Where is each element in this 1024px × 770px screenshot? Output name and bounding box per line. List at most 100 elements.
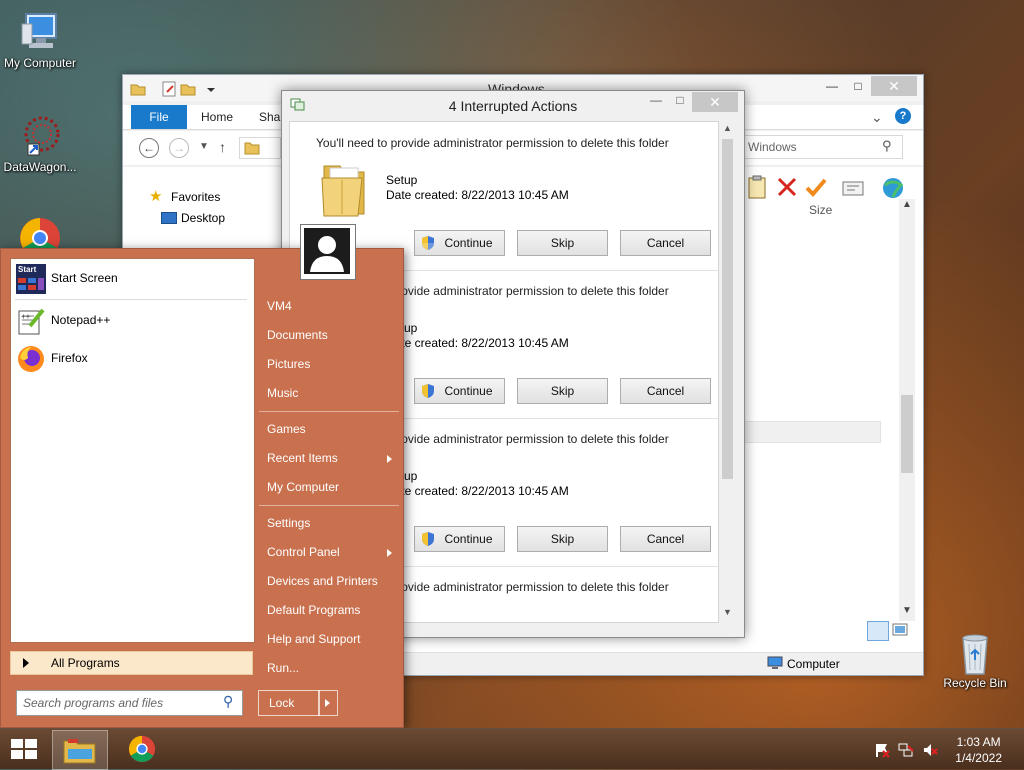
desktop-icon-recycle-bin[interactable]: Recycle Bin (935, 630, 1015, 690)
cancel-button[interactable]: Cancel (620, 378, 711, 404)
maximize-button[interactable]: □ (845, 76, 871, 96)
continue-label: Continue (444, 384, 493, 398)
explorer-scrollbar[interactable]: ▲ ▼ (899, 199, 915, 621)
ribbon-expand-icon[interactable]: ⌄ (871, 109, 883, 126)
folder-icon (318, 158, 370, 218)
address-box[interactable] (239, 137, 281, 159)
dialog-close-button[interactable]: ✕ (692, 92, 738, 112)
tab-file[interactable]: File (131, 105, 187, 129)
desktop-icon-my-computer[interactable]: My Computer (0, 10, 80, 70)
action-center-icon[interactable] (874, 742, 890, 758)
back-icon[interactable]: ← (139, 138, 159, 158)
help-icon[interactable]: ? (895, 108, 911, 124)
program-notepadpp[interactable]: ++ Notepad++ (11, 303, 254, 339)
start-item-devices-printers[interactable]: Devices and Printers (267, 574, 378, 588)
taskbar-chrome[interactable] (126, 734, 158, 764)
search-icon: ⚲ (882, 138, 892, 153)
divider (259, 411, 399, 412)
scroll-up-icon[interactable]: ▲ (902, 199, 912, 210)
continue-label: Continue (444, 532, 493, 546)
lock-label: Lock (269, 696, 295, 710)
program-label: Firefox (51, 351, 88, 365)
start-item-games[interactable]: Games (267, 422, 306, 436)
firefox-icon (16, 344, 46, 374)
item-date: Date created: 8/22/2013 10:45 AM (386, 336, 569, 350)
divider (259, 505, 399, 506)
minimize-button[interactable]: — (819, 76, 845, 96)
start-item-control-panel[interactable]: Control Panel (267, 545, 340, 559)
start-button[interactable] (8, 736, 40, 762)
search-input[interactable]: Windows ⚲ (743, 135, 903, 159)
dialog-minimize-button[interactable]: — (644, 93, 668, 111)
forward-icon[interactable]: → (169, 138, 189, 158)
nav-desktop[interactable]: Desktop (181, 211, 225, 225)
continue-button[interactable]: Continue (414, 526, 505, 552)
continue-button[interactable]: Continue (414, 378, 505, 404)
desktop-icon-label: Recycle Bin (943, 676, 1007, 690)
skip-button[interactable]: Skip (517, 378, 608, 404)
toolbar-icons[interactable] (745, 175, 905, 204)
continue-button[interactable]: Continue (414, 230, 505, 256)
close-button[interactable]: ✕ (871, 76, 917, 96)
program-start-screen[interactable]: Start Start Screen (11, 261, 254, 297)
dialog-scrollbar[interactable]: ▲ ▼ (719, 121, 736, 621)
file-explorer-icon (63, 739, 96, 764)
cancel-button[interactable]: Cancel (620, 230, 711, 256)
program-firefox[interactable]: Firefox (11, 341, 254, 377)
start-item-pictures[interactable]: Pictures (267, 357, 310, 371)
scroll-down-icon[interactable]: ▼ (902, 605, 912, 616)
chevron-right-icon (387, 549, 392, 557)
start-item-help-support[interactable]: Help and Support (267, 632, 360, 646)
start-item-my-computer[interactable]: My Computer (267, 480, 339, 494)
large-icons-view-icon[interactable] (891, 621, 909, 639)
item-name: Setup (386, 173, 418, 187)
network-icon[interactable] (898, 742, 914, 758)
start-search-input[interactable]: Search programs and files ⚲ (16, 690, 243, 716)
tab-home[interactable]: Home (201, 105, 233, 129)
volume-muted-icon[interactable] (922, 742, 938, 758)
scroll-thumb[interactable] (901, 395, 913, 473)
all-programs-button[interactable]: All Programs (10, 651, 253, 675)
taskbar-explorer[interactable] (52, 730, 108, 770)
skip-button[interactable]: Skip (517, 230, 608, 256)
uac-shield-icon (421, 531, 435, 547)
desktop-icon-datawagon[interactable]: DataWagon... (0, 114, 80, 174)
cancel-button[interactable]: Cancel (620, 526, 711, 552)
clock-date: 1/4/2022 (955, 751, 1002, 765)
scroll-up-icon[interactable]: ▲ (723, 123, 732, 133)
start-item-documents[interactable]: Documents (267, 328, 328, 342)
computer-icon (16, 10, 64, 54)
skip-button[interactable]: Skip (517, 526, 608, 552)
chevron-right-icon (325, 699, 330, 707)
start-item-vm4[interactable]: VM4 (267, 299, 292, 313)
system-clock[interactable]: 1:03 AM 1/4/2022 (955, 734, 1002, 766)
dialog-titlebar[interactable]: 4 Interrupted Actions — □ ✕ (282, 91, 744, 119)
svg-text:++: ++ (21, 312, 31, 321)
start-search-placeholder: Search programs and files (23, 696, 164, 710)
selected-row[interactable] (727, 421, 881, 443)
dialog-maximize-button[interactable]: □ (668, 93, 692, 111)
power-options-button[interactable] (318, 690, 338, 716)
column-size[interactable]: Size (809, 203, 832, 217)
start-item-music[interactable]: Music (267, 386, 298, 400)
user-avatar[interactable] (300, 224, 356, 280)
lock-button[interactable]: Lock (258, 690, 320, 716)
details-view-icon[interactable] (867, 621, 889, 641)
recent-locations-icon[interactable]: ▼ (199, 141, 209, 152)
dialog-scroll-thumb[interactable] (722, 139, 733, 479)
scroll-down-icon[interactable]: ▼ (723, 607, 732, 617)
nav-favorites[interactable]: Favorites (171, 190, 220, 204)
taskbar: 1:03 AM 1/4/2022 (0, 728, 1024, 770)
search-placeholder: Windows (748, 140, 797, 154)
start-item-settings[interactable]: Settings (267, 516, 310, 530)
start-item-default-programs[interactable]: Default Programs (267, 603, 360, 617)
item-date: Date created: 8/22/2013 10:45 AM (386, 484, 569, 498)
desktop-icon-label: My Computer (3, 56, 77, 70)
start-item-recent-items[interactable]: Recent Items (267, 451, 338, 465)
up-icon[interactable]: ↑ (219, 139, 226, 155)
start-item-run[interactable]: Run... (267, 661, 299, 675)
continue-label: Continue (444, 236, 493, 250)
favorites-star-icon: ★ (149, 188, 163, 205)
uac-shield-icon (421, 235, 435, 251)
quick-access-toolbar[interactable] (129, 80, 219, 101)
